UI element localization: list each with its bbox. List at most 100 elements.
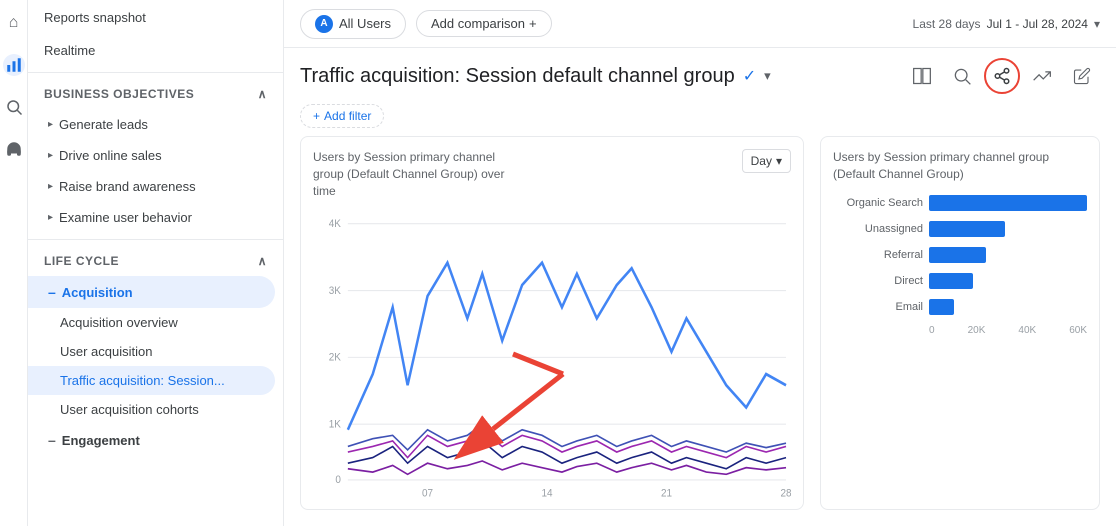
business-objectives-header[interactable]: Business objectives ∧ — [28, 79, 283, 109]
bar-fill-referral — [929, 247, 986, 263]
line-chart-area: 4K 3K 2K 1K 0 — [313, 207, 791, 497]
bar-fill-unassigned — [929, 221, 1005, 237]
advertising-icon[interactable] — [3, 138, 25, 160]
last-days-label: Last 28 days — [913, 17, 981, 31]
topbar: A All Users Add comparison + Last 28 day… — [284, 0, 1116, 48]
status-icon: ✓ — [743, 66, 756, 86]
home-icon[interactable]: ⌂ — [3, 12, 25, 34]
plus-icon: + — [529, 16, 537, 31]
chevron-right-icon-2: ▸ — [48, 150, 53, 161]
svg-text:4K: 4K — [329, 218, 341, 231]
edit-button[interactable] — [1064, 58, 1100, 94]
topbar-left: A All Users Add comparison + — [300, 9, 552, 39]
lifecycle-header[interactable]: Life cycle ∧ — [28, 246, 283, 276]
bar-fill-direct — [929, 273, 973, 289]
sidebar-item-reports-snapshot[interactable]: Reports snapshot — [28, 0, 283, 35]
bar-row-referral: Referral — [833, 247, 1087, 263]
add-comparison-label: Add comparison — [431, 16, 525, 31]
bar-label-email: Email — [833, 301, 923, 313]
chevron-right-icon: ▸ — [48, 119, 53, 130]
all-users-button[interactable]: A All Users — [300, 9, 406, 39]
plus-icon-filter: + — [313, 109, 320, 123]
sidebar-item-raise-brand-awareness[interactable]: ▸ Raise brand awareness — [28, 171, 275, 202]
compare-view-button[interactable] — [904, 58, 940, 94]
sidebar-item-user-acquisition[interactable]: User acquisition — [28, 337, 275, 366]
share-button[interactable] — [984, 58, 1020, 94]
svg-text:3K: 3K — [329, 285, 341, 298]
x-label-60k: 60K — [1069, 325, 1087, 336]
bar-row-email: Email — [833, 299, 1087, 315]
svg-text:07: 07 — [422, 488, 433, 497]
explore-icon[interactable] — [3, 96, 25, 118]
bar-row-direct: Direct — [833, 273, 1087, 289]
bar-container-organic — [929, 195, 1087, 211]
day-label: Day — [751, 154, 772, 168]
bar-row-organic: Organic Search — [833, 195, 1087, 211]
line-chart-title: Users by Session primary channel group (… — [313, 149, 513, 199]
date-range: Jul 1 - Jul 28, 2024 — [987, 17, 1088, 31]
svg-text:2K: 2K — [329, 352, 341, 365]
bar-label-organic: Organic Search — [833, 197, 923, 209]
sidebar-item-acquisition-overview[interactable]: Acquisition overview — [28, 308, 275, 337]
sidebar-item-generate-leads[interactable]: ▸ Generate leads — [28, 109, 275, 140]
filter-row: + Add filter — [284, 100, 1116, 136]
bullet-icon: – — [48, 284, 56, 300]
bar-fill-email — [929, 299, 954, 315]
trend-button[interactable] — [1024, 58, 1060, 94]
icon-rail: ⌂ — [0, 0, 28, 526]
bar-label-unassigned: Unassigned — [833, 223, 923, 235]
bar-container-direct — [929, 273, 1087, 289]
business-objectives-label: Business objectives — [44, 87, 194, 101]
bar-container-referral — [929, 247, 1087, 263]
svg-text:28: 28 — [780, 488, 791, 497]
bar-row-unassigned: Unassigned — [833, 221, 1087, 237]
sidebar-item-examine-user-behavior[interactable]: ▸ Examine user behavior — [28, 202, 275, 233]
chart-header: Users by Session primary channel group (… — [313, 149, 791, 199]
page-header: Traffic acquisition: Session default cha… — [284, 48, 1116, 100]
sidebar-divider-2 — [28, 239, 283, 240]
page-title-row: Traffic acquisition: Session default cha… — [300, 65, 771, 88]
line-chart-svg: 4K 3K 2K 1K 0 — [313, 207, 791, 497]
page-title: Traffic acquisition: Session default cha… — [300, 65, 735, 88]
reports-icon[interactable] — [3, 54, 25, 76]
svg-text:1K: 1K — [329, 418, 341, 431]
day-selector[interactable]: Day ▾ — [742, 149, 791, 173]
bar-fill-organic — [929, 195, 1087, 211]
x-label-0: 0 — [929, 325, 935, 336]
sidebar-item-drive-online-sales[interactable]: ▸ Drive online sales — [28, 140, 275, 171]
content-area: Users by Session primary channel group (… — [284, 136, 1116, 526]
add-comparison-button[interactable]: Add comparison + — [416, 10, 552, 37]
chevron-right-icon-3: ▸ — [48, 181, 53, 192]
bar-x-axis: 0 20K 40K 60K — [833, 325, 1087, 336]
x-label-20k: 20K — [968, 325, 986, 336]
search-view-button[interactable] — [944, 58, 980, 94]
sidebar-item-realtime[interactable]: Realtime — [28, 35, 283, 66]
bar-container-email — [929, 299, 1087, 315]
sidebar-item-engagement[interactable]: – Engagement — [28, 424, 275, 456]
sidebar-item-traffic-acquisition[interactable]: Traffic acquisition: Session... — [28, 366, 275, 395]
bar-container-unassigned — [929, 221, 1087, 237]
bar-label-referral: Referral — [833, 249, 923, 261]
bar-chart-section: Users by Session primary channel group (… — [820, 136, 1100, 510]
add-filter-label: Add filter — [324, 109, 371, 123]
bar-chart-title: Users by Session primary channel group (… — [833, 149, 1087, 183]
all-users-label: All Users — [339, 16, 391, 31]
sidebar-divider-1 — [28, 72, 283, 73]
main-content: A All Users Add comparison + Last 28 day… — [284, 0, 1116, 526]
sidebar-item-acquisition[interactable]: – Acquisition — [28, 276, 275, 308]
sidebar-item-user-acquisition-cohorts[interactable]: User acquisition cohorts — [28, 395, 275, 424]
avatar: A — [315, 15, 333, 33]
topbar-right: Last 28 days Jul 1 - Jul 28, 2024 ▾ — [913, 17, 1100, 31]
add-filter-button[interactable]: + Add filter — [300, 104, 384, 128]
bar-label-direct: Direct — [833, 275, 923, 287]
svg-text:0: 0 — [335, 474, 341, 487]
dropdown-icon[interactable]: ▾ — [1094, 17, 1100, 31]
svg-text:21: 21 — [661, 488, 672, 497]
sidebar: Reports snapshot Realtime Business objec… — [28, 0, 284, 526]
lifecycle-label: Life cycle — [44, 254, 119, 268]
toolbar-icons — [904, 58, 1100, 94]
svg-text:14: 14 — [541, 488, 552, 497]
title-dropdown-icon[interactable]: ▾ — [764, 68, 771, 84]
chevron-right-icon-4: ▸ — [48, 212, 53, 223]
dropdown-arrow: ▾ — [776, 154, 782, 168]
